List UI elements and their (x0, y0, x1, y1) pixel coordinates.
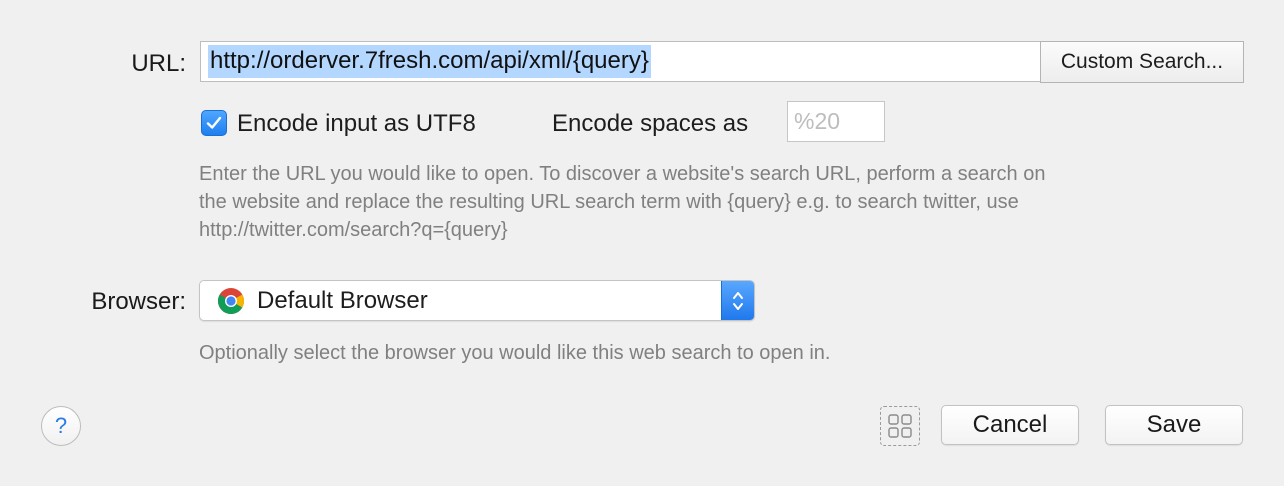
url-input-value: http://orderver.7fresh.com/api/xml/{quer… (208, 45, 651, 78)
chrome-icon (217, 287, 245, 314)
cancel-button[interactable]: Cancel (941, 405, 1079, 445)
encode-utf8-checkbox[interactable] (201, 110, 227, 136)
url-help-text: Enter the URL you would like to open. To… (199, 160, 1209, 244)
save-button[interactable]: Save (1105, 405, 1243, 445)
encode-utf8-label: Encode input as UTF8 (237, 110, 476, 137)
browser-select[interactable]: Default Browser (199, 280, 755, 321)
url-input[interactable]: http://orderver.7fresh.com/api/xml/{quer… (200, 41, 1040, 82)
help-button[interactable]: ? (41, 406, 81, 446)
grid-glyph (888, 414, 912, 438)
url-label: URL: (131, 50, 186, 77)
browser-help-text: Optionally select the browser you would … (199, 342, 831, 364)
encode-spaces-input[interactable]: %20 (787, 101, 885, 142)
browser-select-value: Default Browser (257, 286, 428, 314)
web-search-dialog: URL: http://orderver.7fresh.com/api/xml/… (0, 0, 1284, 486)
grid-icon[interactable] (880, 406, 920, 446)
select-stepper[interactable] (721, 281, 754, 320)
encode-spaces-label: Encode spaces as (552, 110, 749, 137)
url-help-line: Enter the URL you would like to open. To… (199, 163, 1046, 185)
checkmark-icon (206, 116, 222, 129)
chevron-updown-icon (733, 291, 743, 310)
custom-search-button[interactable]: Custom Search... (1040, 41, 1244, 83)
url-help-line: http://twitter.com/search?q={query} (199, 219, 508, 241)
url-help-line: the website and replace the resulting UR… (199, 191, 1019, 213)
browser-label: Browser: (91, 288, 186, 315)
